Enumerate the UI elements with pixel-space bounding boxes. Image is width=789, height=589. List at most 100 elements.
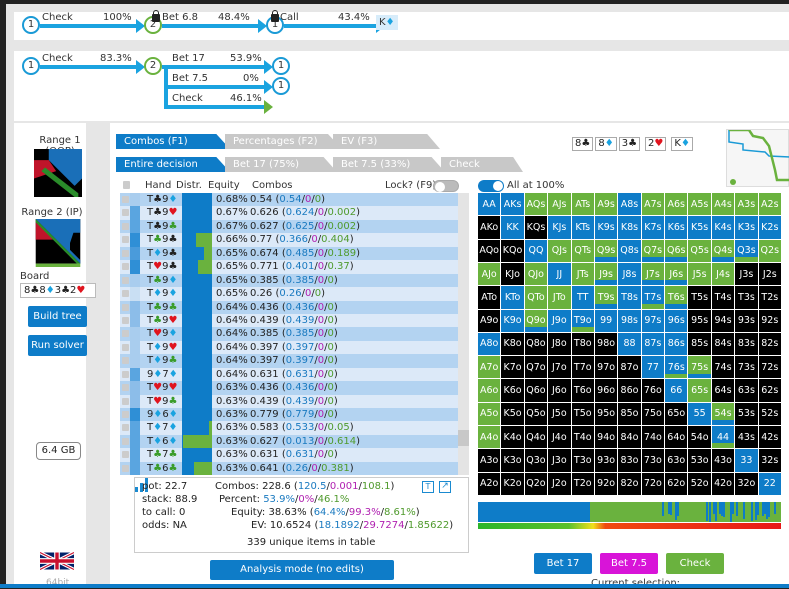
- lock-icon[interactable]: [122, 438, 129, 445]
- grid-cell-65s[interactable]: 65s: [688, 379, 710, 401]
- equity-graph[interactable]: [726, 129, 789, 187]
- grid-cell-87o[interactable]: 87o: [618, 356, 640, 378]
- grid-cell-A7s[interactable]: A7s: [642, 193, 664, 215]
- lock-icon[interactable]: [122, 196, 129, 203]
- grid-cell-44[interactable]: 44: [712, 426, 734, 448]
- grid-cell-AKo[interactable]: AKo: [478, 216, 500, 238]
- grid-cell-A9s[interactable]: A9s: [595, 193, 617, 215]
- board-card[interactable]: K♦: [671, 137, 693, 151]
- grid-cell-AA[interactable]: AA: [478, 193, 500, 215]
- grid-cell-Q9s[interactable]: Q9s: [595, 240, 617, 262]
- grid-cell-83s[interactable]: 83s: [735, 333, 757, 355]
- grid-cell-T2s[interactable]: T2s: [759, 286, 781, 308]
- grid-cell-J9o[interactable]: J9o: [548, 310, 570, 332]
- text-export-icon[interactable]: T: [422, 481, 434, 493]
- grid-cell-97s[interactable]: 97s: [642, 310, 664, 332]
- grid-cell-95s[interactable]: 95s: [688, 310, 710, 332]
- grid-cell-KJo[interactable]: KJo: [501, 263, 523, 285]
- grid-cell-J5o[interactable]: J5o: [548, 403, 570, 425]
- analysis-mode-button[interactable]: Analysis mode (no edits): [210, 560, 394, 580]
- grid-cell-83o[interactable]: 83o: [618, 449, 640, 471]
- grid-cell-74s[interactable]: 74s: [712, 356, 734, 378]
- lock-icon[interactable]: [122, 250, 129, 257]
- popout-icon[interactable]: ↗: [439, 481, 451, 493]
- tree-node[interactable]: 1: [22, 57, 40, 75]
- grid-cell-QQ[interactable]: QQ: [525, 240, 547, 262]
- grid-cell-86o[interactable]: 86o: [618, 379, 640, 401]
- grid-cell-Q7s[interactable]: Q7s: [642, 240, 664, 262]
- table-row[interactable]: T♦6♦0.63%0.627 (0.013/0/0.614): [120, 435, 458, 448]
- grid-cell-73o[interactable]: 73o: [642, 449, 664, 471]
- board-card[interactable]: 3♣: [619, 137, 640, 151]
- grid-cell-63s[interactable]: 63s: [735, 379, 757, 401]
- grid-cell-53s[interactable]: 53s: [735, 403, 757, 425]
- col-combos[interactable]: Combos: [252, 180, 293, 191]
- grid-cell-96o[interactable]: 96o: [595, 379, 617, 401]
- grid-cell-52s[interactable]: 52s: [759, 403, 781, 425]
- tab-bet-17[interactable]: Bet 17 (75%): [225, 157, 337, 172]
- tab-percentages[interactable]: Percentages (F2): [225, 134, 342, 149]
- grid-cell-33[interactable]: 33: [735, 449, 757, 471]
- grid-cell-K5s[interactable]: K5s: [688, 216, 710, 238]
- grid-cell-A2o[interactable]: A2o: [478, 473, 500, 495]
- grid-cell-93o[interactable]: 93o: [595, 449, 617, 471]
- table-row[interactable]: T♣9♦0.65%0.385 (0.385/0/0): [120, 274, 458, 287]
- grid-cell-82s[interactable]: 82s: [759, 333, 781, 355]
- grid-cell-A6s[interactable]: A6s: [665, 193, 687, 215]
- grid-cell-22[interactable]: 22: [759, 473, 781, 495]
- lock-icon[interactable]: [122, 411, 129, 418]
- grid-cell-Q3o[interactable]: Q3o: [525, 449, 547, 471]
- grid-cell-J2s[interactable]: J2s: [759, 263, 781, 285]
- lock-icon[interactable]: [122, 290, 129, 297]
- table-row[interactable]: 9♦7♦0.64%0.631 (0.631/0/0): [120, 368, 458, 381]
- grid-cell-98s[interactable]: 98s: [618, 310, 640, 332]
- grid-cell-J7s[interactable]: J7s: [642, 263, 664, 285]
- table-row[interactable]: T♣9♣0.64%0.436 (0.436/0/0): [120, 301, 458, 314]
- grid-cell-32o[interactable]: 32o: [735, 473, 757, 495]
- grid-cell-65o[interactable]: 65o: [665, 403, 687, 425]
- grid-cell-T4s[interactable]: T4s: [712, 286, 734, 308]
- grid-cell-K9o[interactable]: K9o: [501, 310, 523, 332]
- grid-cell-KQo[interactable]: KQo: [501, 240, 523, 262]
- tree-node[interactable]: 1: [272, 77, 290, 95]
- grid-cell-T7s[interactable]: T7s: [642, 286, 664, 308]
- grid-cell-T7o[interactable]: T7o: [572, 356, 594, 378]
- grid-cell-K4s[interactable]: K4s: [712, 216, 734, 238]
- branch-label[interactable]: Bet 17: [172, 53, 205, 64]
- grid-cell-AJs[interactable]: AJs: [548, 193, 570, 215]
- lock-icon[interactable]: [122, 209, 129, 216]
- lock-icon[interactable]: [122, 263, 129, 270]
- grid-cell-72s[interactable]: 72s: [759, 356, 781, 378]
- tree-node[interactable]: 1: [272, 57, 290, 75]
- grid-cell-A6o[interactable]: A6o: [478, 379, 500, 401]
- grid-cell-Q3s[interactable]: Q3s: [735, 240, 757, 262]
- grid-cell-54s[interactable]: 54s: [712, 403, 734, 425]
- grid-cell-A7o[interactable]: A7o: [478, 356, 500, 378]
- grid-cell-55[interactable]: 55: [688, 403, 710, 425]
- grid-cell-K2s[interactable]: K2s: [759, 216, 781, 238]
- grid-cell-T6o[interactable]: T6o: [572, 379, 594, 401]
- branch-label[interactable]: Bet 7.5: [172, 73, 208, 84]
- table-row[interactable]: T♥9♣0.65%0.771 (0.401/0/0.37): [120, 260, 458, 273]
- board-card[interactable]: 8♣: [572, 137, 593, 151]
- grid-cell-98o[interactable]: 98o: [595, 333, 617, 355]
- lock-icon[interactable]: [122, 223, 129, 230]
- lock-icon[interactable]: [122, 384, 129, 391]
- grid-cell-Q8o[interactable]: Q8o: [525, 333, 547, 355]
- grid-cell-KTo[interactable]: KTo: [501, 286, 523, 308]
- grid-cell-AJo[interactable]: AJo: [478, 263, 500, 285]
- grid-cell-76o[interactable]: 76o: [642, 379, 664, 401]
- grid-cell-K7o[interactable]: K7o: [501, 356, 523, 378]
- col-equity[interactable]: Equity: [208, 180, 240, 191]
- col-hand[interactable]: Hand: [145, 180, 171, 191]
- grid-cell-A5o[interactable]: A5o: [478, 403, 500, 425]
- grid-cell-J8o[interactable]: J8o: [548, 333, 570, 355]
- grid-cell-A5s[interactable]: A5s: [688, 193, 710, 215]
- grid-cell-T8o[interactable]: T8o: [572, 333, 594, 355]
- table-row[interactable]: T♣7♣0.63%0.631 (0.631/0/0): [120, 448, 458, 461]
- lock-icon[interactable]: [122, 317, 129, 324]
- grid-cell-75s[interactable]: 75s: [688, 356, 710, 378]
- grid-cell-Q8s[interactable]: Q8s: [618, 240, 640, 262]
- grid-cell-A3s[interactable]: A3s: [735, 193, 757, 215]
- tab-combos[interactable]: Combos (F1): [116, 134, 230, 149]
